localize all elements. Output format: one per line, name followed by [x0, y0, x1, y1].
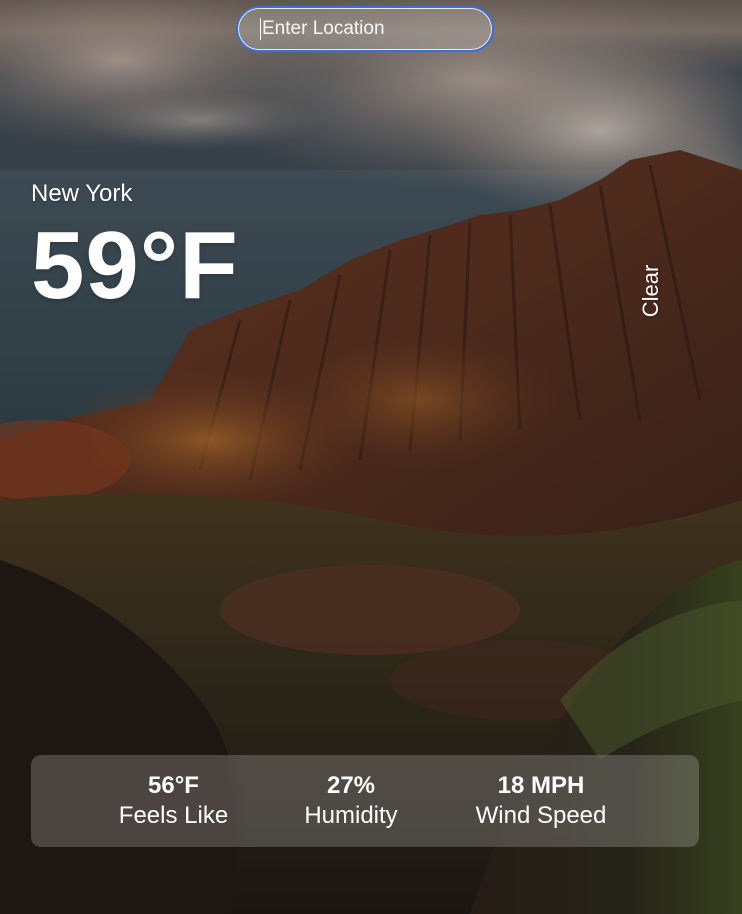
wind-speed-label: Wind Speed	[475, 802, 607, 829]
humidity-value: 27%	[326, 772, 376, 799]
weather-condition: Clear	[638, 264, 663, 318]
weather-app: New York 59°F Clear 56°F Feels Like 27% …	[0, 0, 742, 914]
current-temperature: 59°F	[31, 212, 239, 319]
stat-feels-like: 56°F Feels Like	[101, 771, 246, 831]
wind-speed-value: 18 MPH	[497, 772, 585, 799]
search-container	[236, 6, 494, 52]
location-search-input[interactable]	[236, 6, 494, 52]
stat-wind-speed: 18 MPH Wind Speed	[461, 771, 621, 831]
feels-like-value: 56°F	[148, 772, 199, 799]
humidity-label: Humidity	[304, 802, 398, 829]
weather-stats-panel: 56°F Feels Like 27% Humidity 18 MPH Wind…	[31, 755, 699, 847]
stat-humidity: 27% Humidity	[281, 771, 421, 831]
feels-like-label: Feels Like	[118, 802, 229, 829]
location-name: New York	[31, 180, 133, 207]
text-cursor	[260, 18, 261, 40]
